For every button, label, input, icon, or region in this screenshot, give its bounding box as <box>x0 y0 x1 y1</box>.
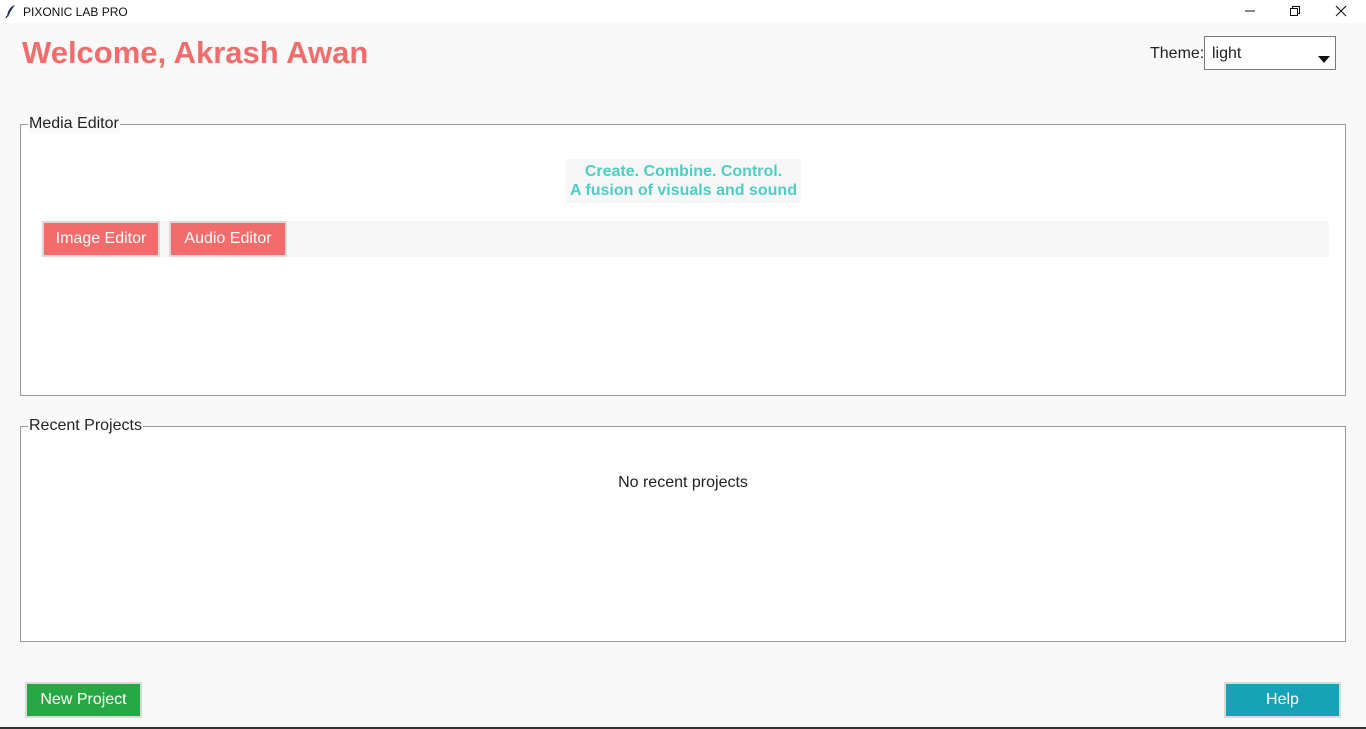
minimize-button[interactable] <box>1227 0 1273 23</box>
close-button[interactable] <box>1318 0 1364 23</box>
theme-dropdown[interactable]: light <box>1204 36 1336 70</box>
dropdown-arrow-icon <box>1318 50 1330 68</box>
new-project-button[interactable]: New Project <box>25 682 142 718</box>
window-title: PIXONIC LAB PRO <box>23 5 128 19</box>
minimize-icon <box>1245 10 1255 12</box>
feather-icon <box>5 4 17 19</box>
recent-projects-group: Recent Projects No recent projects <box>20 417 1346 642</box>
title-bar: PIXONIC LAB PRO <box>0 0 1366 23</box>
close-icon <box>1335 5 1347 17</box>
media-editor-group: Media Editor Create. Combine. Control. A… <box>20 115 1346 396</box>
restore-icon <box>1290 6 1300 16</box>
recent-projects-legend: Recent Projects <box>28 417 143 435</box>
restore-button[interactable] <box>1272 0 1318 23</box>
tagline-line-1: Create. Combine. Control. <box>584 163 783 180</box>
theme-label: Theme: <box>1150 45 1205 62</box>
image-editor-button[interactable]: Image Editor <box>42 221 160 257</box>
no-recent-projects-text: No recent projects <box>618 474 748 491</box>
theme-selected-value: light <box>1212 45 1242 62</box>
media-editor-legend: Media Editor <box>28 115 120 133</box>
tagline: Create. Combine. Control. A fusion of vi… <box>566 159 801 203</box>
tagline-line-2: A fusion of visuals and sound <box>570 182 797 199</box>
help-button[interactable]: Help <box>1224 682 1341 718</box>
welcome-heading: Welcome, Akrash Awan <box>22 35 369 70</box>
audio-editor-button[interactable]: Audio Editor <box>169 221 287 257</box>
editor-button-bar: Image Editor Audio Editor <box>41 221 1329 257</box>
